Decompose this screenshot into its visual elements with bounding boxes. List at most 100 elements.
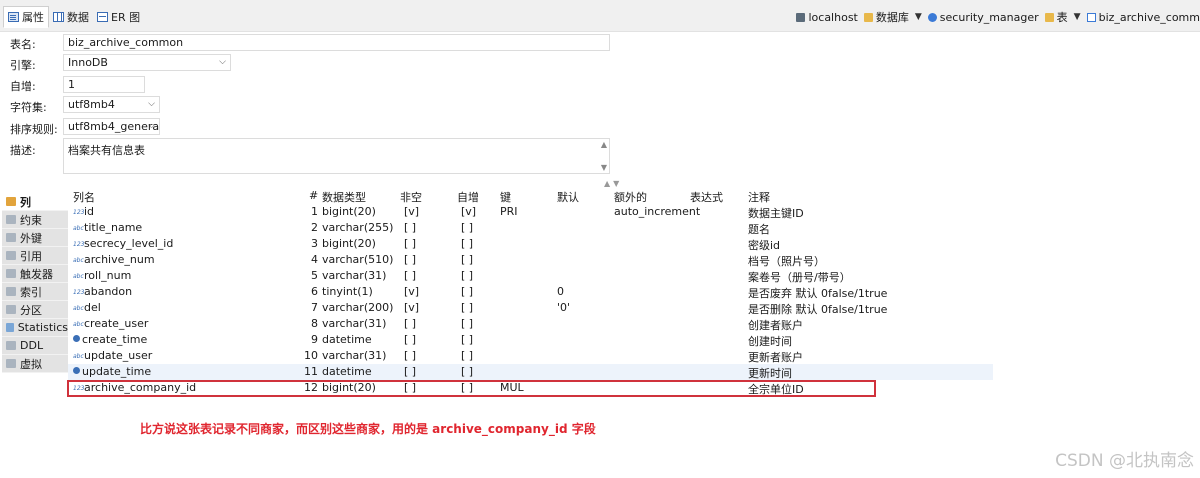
auto-increment-input[interactable]: 1: [63, 76, 145, 93]
cell-n[interactable]: 4: [298, 253, 318, 266]
scroll-down-icon[interactable]: ▼: [601, 163, 607, 172]
cell-name[interactable]: update_time: [73, 365, 151, 378]
breadcrumb-databases[interactable]: 数据库: [863, 9, 909, 25]
sidenav-item-statistics[interactable]: Statistics: [2, 319, 68, 337]
sidenav-item-columns[interactable]: 列: [2, 193, 68, 211]
sidenav-item-foreign-keys[interactable]: 外键: [2, 229, 68, 247]
col-header-name[interactable]: 列名: [73, 189, 95, 205]
cell-comment[interactable]: 案卷号（册号/带号）: [748, 269, 851, 285]
breadcrumb-database[interactable]: security_manager: [927, 11, 1039, 24]
cell-comment[interactable]: 创建者账户: [748, 317, 803, 333]
cell-name[interactable]: abcupdate_user: [73, 349, 152, 362]
cell-notnull[interactable]: [v]: [404, 205, 419, 218]
cell-type[interactable]: varchar(31): [322, 269, 386, 282]
cell-name[interactable]: abccreate_user: [73, 317, 148, 330]
cell-default[interactable]: '0': [557, 301, 570, 314]
cell-type[interactable]: datetime: [322, 365, 372, 378]
sidenav-item-partitions[interactable]: 分区: [2, 301, 68, 319]
cell-comment[interactable]: 是否删除 默认 0false/1true: [748, 301, 887, 317]
cell-comment[interactable]: 更新时间: [748, 365, 792, 381]
cell-name[interactable]: abcroll_num: [73, 269, 131, 282]
table-row[interactable]: abcdel 7 varchar(200) [v] [ ] '0' 是否删除 默认 0fal…: [68, 300, 993, 316]
cell-name[interactable]: 123secrecy_level_id: [73, 237, 173, 250]
cell-default[interactable]: 0: [557, 285, 564, 298]
table-row[interactable]: update_time 11 datetime [ ] [ ] 更新时间: [68, 364, 993, 380]
col-header-notnull[interactable]: 非空: [400, 189, 422, 205]
sidenav-item-ddl[interactable]: DDL: [2, 337, 68, 355]
cell-comment[interactable]: 题名: [748, 221, 770, 237]
breadcrumb-table[interactable]: biz_archive_comm: [1086, 11, 1200, 24]
table-row[interactable]: create_time 9 datetime [ ] [ ] 创建时间: [68, 332, 993, 348]
cell-notnull[interactable]: [ ]: [404, 221, 416, 234]
cell-notnull[interactable]: [ ]: [404, 269, 416, 282]
chevron-down-icon[interactable]: ▼: [1074, 12, 1081, 22]
tab-data[interactable]: 数据: [49, 6, 93, 28]
table-row[interactable]: 123abandon 6 tinyint(1) [v] [ ] 0 是否废弃 默认 0fal…: [68, 284, 993, 300]
cell-ai[interactable]: [ ]: [461, 253, 473, 266]
breadcrumb-tables[interactable]: 表: [1044, 9, 1068, 25]
description-textarea[interactable]: 档案共有信息表 ▲ ▼: [63, 138, 610, 174]
cell-key[interactable]: PRI: [500, 205, 518, 218]
sidenav-item-references[interactable]: 引用: [2, 247, 68, 265]
col-header-position[interactable]: #: [309, 189, 318, 202]
scroll-up-icon[interactable]: ▲: [601, 140, 607, 149]
sidenav-item-triggers[interactable]: 触发器: [2, 265, 68, 283]
cell-name[interactable]: 123id: [73, 205, 94, 218]
collation-select[interactable]: utf8mb4_general_ ⌵: [63, 118, 160, 135]
cell-name[interactable]: 123abandon: [73, 285, 132, 298]
cell-n[interactable]: 10: [298, 349, 318, 362]
table-row[interactable]: abcupdate_user 10 varchar(31) [ ] [ ] 更新者账户: [68, 348, 993, 364]
cell-notnull[interactable]: [v]: [404, 301, 419, 314]
col-header-default[interactable]: 默认: [557, 189, 579, 205]
table-row[interactable]: 123secrecy_level_id 3 bigint(20) [ ] [ ] 密级id: [68, 236, 993, 252]
cell-ai[interactable]: [ ]: [461, 285, 473, 298]
cell-ai[interactable]: [ ]: [461, 301, 473, 314]
charset-select[interactable]: utf8mb4 ⌵: [63, 96, 160, 113]
col-header-autoincrement[interactable]: 自增: [457, 189, 479, 205]
col-header-comment[interactable]: 注释: [748, 189, 770, 205]
cell-notnull[interactable]: [ ]: [404, 365, 416, 378]
cell-notnull[interactable]: [v]: [404, 285, 419, 298]
cell-n[interactable]: 8: [298, 317, 318, 330]
col-header-type[interactable]: 数据类型: [322, 189, 366, 205]
cell-type[interactable]: bigint(20): [322, 237, 376, 250]
cell-type[interactable]: varchar(200): [322, 301, 393, 314]
cell-notnull[interactable]: [ ]: [404, 317, 416, 330]
tab-er-diagram[interactable]: ER 图: [93, 6, 144, 28]
engine-select[interactable]: InnoDB ⌵: [63, 54, 231, 71]
sidenav-item-constraints[interactable]: 约束: [2, 211, 68, 229]
cell-ai[interactable]: [v]: [461, 205, 476, 218]
cell-extra[interactable]: auto_increment: [614, 205, 700, 218]
cell-type[interactable]: tinyint(1): [322, 285, 373, 298]
cell-name[interactable]: abctitle_name: [73, 221, 142, 234]
cell-notnull[interactable]: [ ]: [404, 333, 416, 346]
cell-type[interactable]: varchar(510): [322, 253, 393, 266]
cell-notnull[interactable]: [ ]: [404, 253, 416, 266]
cell-type[interactable]: varchar(255): [322, 221, 393, 234]
col-header-key[interactable]: 键: [500, 189, 511, 205]
col-header-expression[interactable]: 表达式: [690, 189, 723, 205]
cell-ai[interactable]: [ ]: [461, 349, 473, 362]
cell-comment[interactable]: 更新者账户: [748, 349, 803, 365]
cell-n[interactable]: 1: [298, 205, 318, 218]
cell-n[interactable]: 9: [298, 333, 318, 346]
chevron-down-icon[interactable]: ▼: [915, 12, 922, 22]
cell-comment[interactable]: 创建时间: [748, 333, 792, 349]
breadcrumb-server[interactable]: localhost: [796, 11, 858, 24]
cell-type[interactable]: varchar(31): [322, 317, 386, 330]
table-row[interactable]: abccreate_user 8 varchar(31) [ ] [ ] 创建者账户: [68, 316, 993, 332]
cell-notnull[interactable]: [ ]: [404, 349, 416, 362]
cell-ai[interactable]: [ ]: [461, 365, 473, 378]
cell-ai[interactable]: [ ]: [461, 333, 473, 346]
cell-n[interactable]: 11: [298, 365, 318, 378]
tab-properties[interactable]: 属性: [3, 6, 49, 28]
cell-n[interactable]: 7: [298, 301, 318, 314]
cell-comment[interactable]: 数据主键ID: [748, 205, 804, 221]
sidenav-item-indexes[interactable]: 索引: [2, 283, 68, 301]
cell-ai[interactable]: [ ]: [461, 237, 473, 250]
cell-ai[interactable]: [ ]: [461, 317, 473, 330]
cell-type[interactable]: bigint(20): [322, 205, 376, 218]
cell-comment[interactable]: 档号（照片号）: [748, 253, 825, 269]
table-row[interactable]: 123id 1 bigint(20) [v] [v] PRI auto_increment 数…: [68, 204, 993, 220]
table-row[interactable]: abctitle_name 2 varchar(255) [ ] [ ] 题名: [68, 220, 993, 236]
